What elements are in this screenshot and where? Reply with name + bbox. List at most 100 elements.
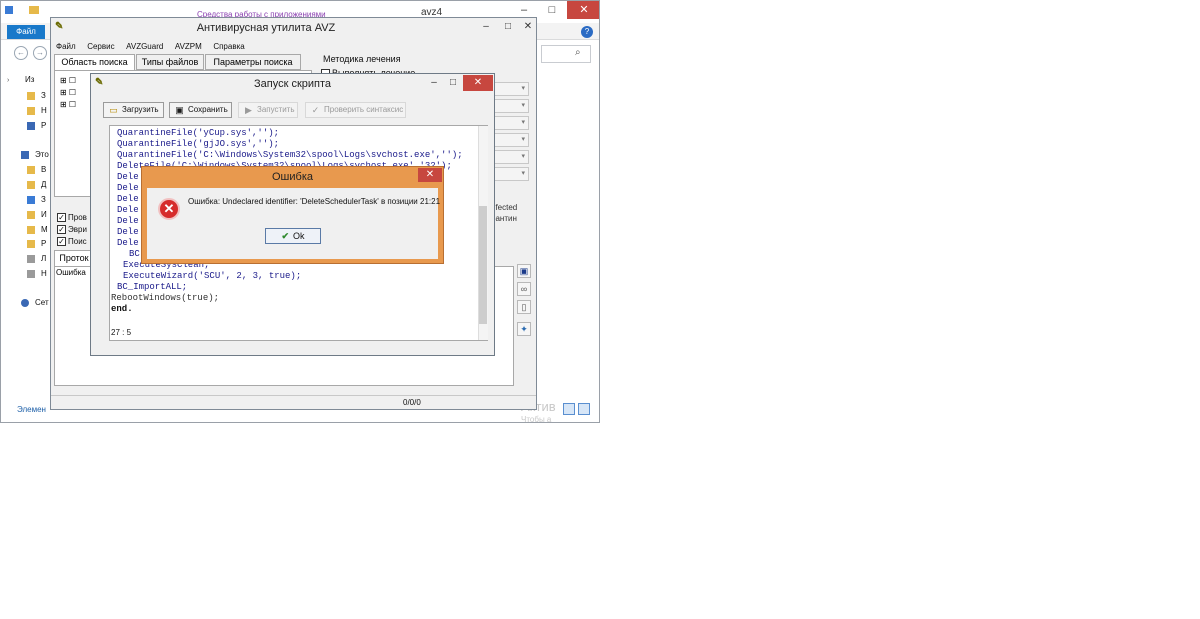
- close-button[interactable]: ✕: [517, 20, 539, 34]
- close-button[interactable]: ✕: [567, 1, 599, 19]
- code-line: RebootWindows(true);: [111, 293, 220, 303]
- code-line: BC_ImportALL;: [117, 282, 188, 292]
- method-label: Методика лечения: [323, 54, 401, 64]
- treatment-combo[interactable]: ▾: [489, 150, 529, 164]
- tree-item[interactable]: Р: [41, 121, 46, 130]
- tab-search-params[interactable]: Параметры поиска: [205, 54, 301, 70]
- treatment-combo[interactable]: ▾: [489, 167, 529, 181]
- tree-item[interactable]: Н: [41, 269, 47, 278]
- check-icon: ✔: [281, 231, 290, 241]
- tab-file-types[interactable]: Типы файлов: [136, 54, 204, 70]
- monitor-icon: [27, 122, 35, 130]
- app-icon: [5, 6, 13, 14]
- error-dialog-title: Ошибка: [272, 171, 313, 183]
- code-line: Dele: [117, 172, 139, 182]
- details-view-icon[interactable]: [563, 403, 575, 415]
- status-elements: Элемен: [17, 405, 46, 414]
- search-input[interactable]: [541, 45, 591, 63]
- folder-icon: [27, 240, 35, 248]
- menu-service[interactable]: Сервис: [87, 42, 114, 51]
- network-tool-icon[interactable]: ✦: [517, 322, 531, 336]
- treatment-combo[interactable]: ▾: [489, 82, 529, 96]
- menu-avzpm[interactable]: AVZPM: [175, 42, 202, 51]
- tree-expand-icon[interactable]: ⊞ ☐: [60, 76, 76, 85]
- run-button[interactable]: ▶ Запустить: [238, 102, 298, 118]
- maximize-button[interactable]: □: [444, 76, 462, 90]
- code-line: ExecuteWizard('SCU', 2, 3, true);: [123, 271, 302, 281]
- check-syntax-button[interactable]: ✓ Проверить синтаксис: [305, 102, 406, 118]
- save-button[interactable]: ▣ Сохранить: [169, 102, 232, 118]
- play-icon: ▶: [245, 105, 252, 115]
- code-line: Dele: [117, 194, 139, 204]
- check-syntax-label: Проверить синтаксис: [324, 105, 404, 114]
- tiles-view-icon[interactable]: [578, 403, 590, 415]
- code-line: QuarantineFile('gjJO.sys','');: [117, 139, 280, 149]
- option-label: Поис: [68, 237, 87, 246]
- menu-help[interactable]: Справка: [213, 42, 244, 51]
- expand-icon[interactable]: ›: [7, 77, 17, 85]
- code-line: Dele: [117, 183, 139, 193]
- treatment-combo[interactable]: ▾: [489, 133, 529, 147]
- option-label: Пров: [68, 213, 87, 222]
- open-folder-icon: ▭: [109, 105, 118, 115]
- treatment-combo[interactable]: ▾: [489, 99, 529, 113]
- minimize-button[interactable]: –: [475, 20, 497, 34]
- code-line: Dele: [117, 205, 139, 215]
- tree-item[interactable]: Из: [25, 75, 34, 84]
- check-syntax-icon: ✓: [311, 105, 320, 115]
- tree-expand-icon[interactable]: ⊞ ☐: [60, 100, 76, 109]
- tab-protocol[interactable]: Проток: [54, 250, 94, 267]
- close-button[interactable]: ✕: [463, 75, 493, 91]
- option-checkbox[interactable]: ✓ Поис: [57, 237, 87, 247]
- status-counter: 0/0/0: [403, 398, 421, 407]
- save-log-icon[interactable]: ▣: [517, 264, 531, 278]
- folder-icon[interactable]: [29, 6, 39, 14]
- status-bar: [51, 395, 536, 409]
- treatment-combo[interactable]: ▾: [489, 116, 529, 130]
- option-checkbox[interactable]: ✓ Эври: [57, 225, 87, 235]
- log-text: Ошибка: [56, 268, 86, 277]
- tree-item[interactable]: Р: [41, 239, 46, 248]
- code-line: Dele: [117, 227, 139, 237]
- tree-item[interactable]: Н: [41, 106, 47, 115]
- tree-item[interactable]: З: [41, 91, 46, 100]
- code-line: BC: [129, 249, 140, 259]
- ok-button-label: Ok: [293, 231, 305, 241]
- menu-file[interactable]: Файл: [56, 42, 76, 51]
- forward-icon[interactable]: →: [33, 46, 47, 60]
- load-button-label: Загрузить: [122, 105, 159, 114]
- help-icon[interactable]: ?: [581, 26, 593, 38]
- avz-title: Антивирусная утилита AVZ: [196, 22, 336, 34]
- minimize-button[interactable]: –: [425, 76, 443, 90]
- editor-scrollbar-thumb[interactable]: [479, 206, 487, 324]
- code-line: QuarantineFile('C:\Windows\System32\spoo…: [117, 150, 463, 160]
- tree-item[interactable]: Л: [41, 254, 46, 263]
- tree-expand-icon[interactable]: ⊞ ☐: [60, 88, 76, 97]
- tab-search-area[interactable]: Область поиска: [54, 54, 135, 71]
- tree-item[interactable]: Сет: [35, 298, 49, 307]
- tree-item[interactable]: З: [41, 195, 46, 204]
- maximize-button[interactable]: □: [497, 20, 519, 34]
- ok-button[interactable]: ✔ Ok: [265, 228, 321, 244]
- option-checkbox[interactable]: ✓ Пров: [57, 213, 87, 223]
- folder-icon: [27, 107, 35, 115]
- close-button[interactable]: ✕: [418, 168, 442, 182]
- file-tab[interactable]: Файл: [7, 25, 45, 39]
- cursor-position: 27 : 5: [111, 328, 132, 337]
- maximize-button[interactable]: □: [539, 1, 565, 19]
- search-icon: ⌕: [575, 47, 581, 58]
- drive-icon: [27, 270, 35, 278]
- tree-item[interactable]: М: [41, 225, 48, 234]
- network-icon: [21, 299, 29, 307]
- document-icon[interactable]: ▯: [517, 300, 531, 314]
- tree-item[interactable]: И: [41, 210, 47, 219]
- back-icon[interactable]: ←: [14, 46, 28, 60]
- tree-item[interactable]: Д: [41, 180, 46, 189]
- tree-item[interactable]: Это: [35, 150, 49, 159]
- glasses-icon[interactable]: ∞: [517, 282, 531, 296]
- load-button[interactable]: ▭ Загрузить: [103, 102, 164, 118]
- tree-item[interactable]: В: [41, 165, 46, 174]
- run-button-label: Запустить: [257, 105, 295, 114]
- error-x-icon: ✕: [158, 198, 180, 220]
- menu-avzguard[interactable]: AVZGuard: [126, 42, 163, 51]
